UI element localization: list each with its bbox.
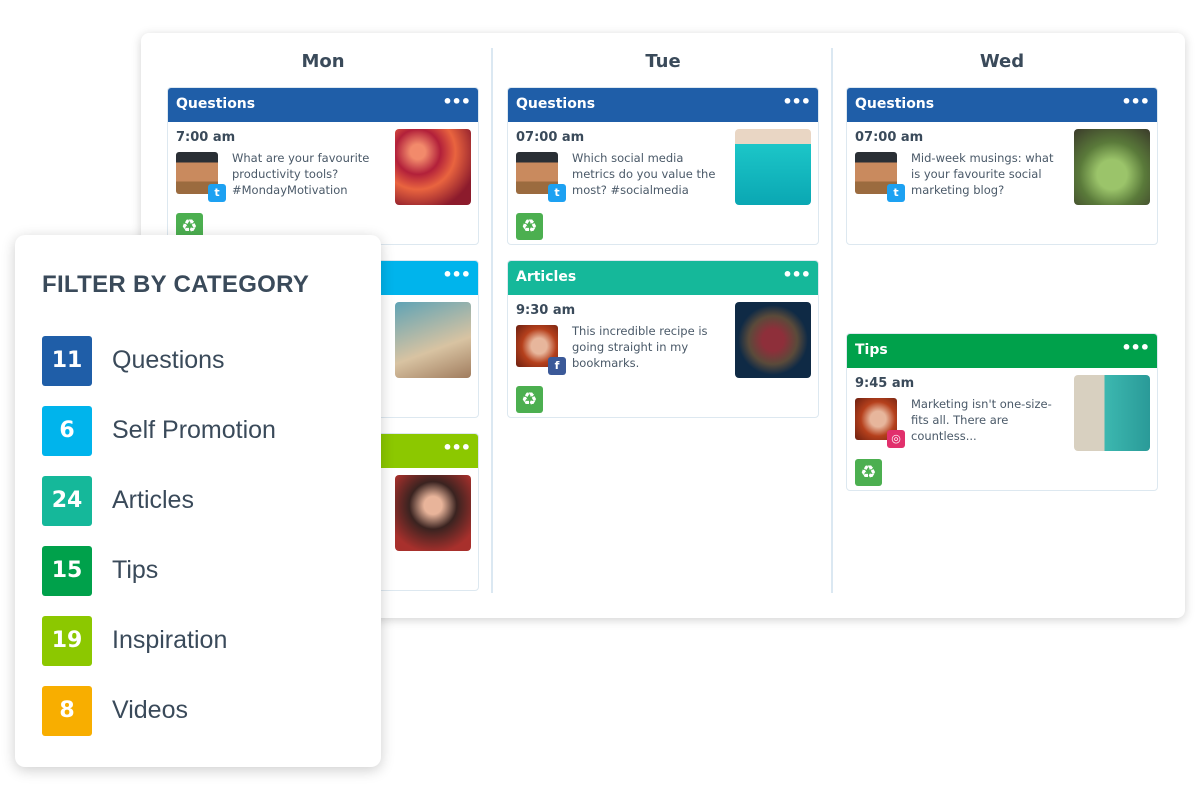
post-image: [395, 475, 471, 551]
count-badge: 8: [42, 686, 92, 736]
filter-label: Tips: [112, 556, 159, 584]
recycle-icon[interactable]: ♻: [855, 459, 882, 486]
column-divider: [831, 48, 833, 593]
post-text: What are your favourite productivity too…: [232, 151, 370, 197]
post-time: 7:00 am: [176, 130, 236, 145]
filter-title: FILTER BY CATEGORY: [42, 271, 310, 298]
more-options-icon[interactable]: •••: [1121, 338, 1150, 357]
post-time: 9:30 am: [516, 303, 576, 318]
count-badge: 6: [42, 406, 92, 456]
more-options-icon[interactable]: •••: [442, 265, 471, 284]
recycle-icon[interactable]: ♻: [516, 213, 543, 240]
card-header: Tips •••: [847, 334, 1157, 368]
day-header-wed: Wed: [979, 51, 1025, 72]
twitter-icon: t: [887, 184, 905, 202]
post-image: [395, 302, 471, 378]
filter-panel: FILTER BY CATEGORY 11 Questions 6 Self Pro…: [15, 235, 381, 767]
post-card[interactable]: Questions ••• 7:00 am t What are your fav…: [167, 87, 479, 245]
post-text: Mid-week musings: what is your favourite…: [911, 151, 1054, 197]
twitter-icon: t: [548, 184, 566, 202]
column-divider: [491, 48, 493, 593]
card-category: Questions: [176, 96, 256, 112]
post-card[interactable]: Questions ••• 07:00 am t Which social med…: [507, 87, 819, 245]
count-badge: 19: [42, 616, 92, 666]
post-card[interactable]: Articles ••• 9:30 am f This incredible re…: [507, 260, 819, 418]
filter-label: Articles: [112, 486, 194, 514]
post-card[interactable]: Questions ••• 07:00 am t Mid-week musings…: [846, 87, 1158, 245]
filter-label: Videos: [112, 696, 188, 724]
post-image: [735, 129, 811, 205]
post-time: 07:00 am: [855, 130, 924, 145]
instagram-icon: ◎: [887, 430, 905, 448]
post-image: [735, 302, 811, 378]
filter-item-articles[interactable]: 24 Articles: [42, 476, 362, 526]
card-category: Questions: [516, 96, 596, 112]
post-time: 9:45 am: [855, 376, 915, 391]
more-options-icon[interactable]: •••: [782, 92, 811, 111]
post-image: [1074, 129, 1150, 205]
filter-item-tips[interactable]: 15 Tips: [42, 546, 362, 596]
more-options-icon[interactable]: •••: [1121, 92, 1150, 111]
count-badge: 24: [42, 476, 92, 526]
card-header: Articles •••: [508, 261, 818, 295]
more-options-icon[interactable]: •••: [442, 92, 471, 111]
count-badge: 15: [42, 546, 92, 596]
filter-label: Questions: [112, 346, 225, 374]
filter-item-self-promotion[interactable]: 6 Self Promotion: [42, 406, 362, 456]
post-image: [395, 129, 471, 205]
card-category: Questions: [855, 96, 935, 112]
filter-item-videos[interactable]: 8 Videos: [42, 686, 362, 736]
post-text: Which social media metrics do you value …: [572, 151, 716, 197]
more-options-icon[interactable]: •••: [782, 265, 811, 284]
filter-item-inspiration[interactable]: 19 Inspiration: [42, 616, 362, 666]
filter-item-questions[interactable]: 11 Questions: [42, 336, 362, 386]
recycle-icon[interactable]: ♻: [516, 386, 543, 413]
filter-label: Self Promotion: [112, 416, 276, 444]
count-badge: 11: [42, 336, 92, 386]
card-header: Questions •••: [168, 88, 478, 122]
card-header: Questions •••: [847, 88, 1157, 122]
filter-label: Inspiration: [112, 626, 228, 654]
day-header-mon: Mon: [301, 51, 345, 72]
post-text: Marketing isn't one-size-fits all. There…: [911, 397, 1052, 443]
facebook-icon: f: [548, 357, 566, 375]
post-text: This incredible recipe is going straight…: [572, 324, 708, 370]
card-category: Tips: [855, 342, 888, 358]
more-options-icon[interactable]: •••: [442, 438, 471, 457]
post-card[interactable]: Tips ••• 9:45 am ◎ Marketing isn't one-si…: [846, 333, 1158, 491]
post-time: 07:00 am: [516, 130, 585, 145]
card-category: Articles: [516, 269, 577, 285]
card-header: Questions •••: [508, 88, 818, 122]
post-image: [1074, 375, 1150, 451]
twitter-icon: t: [208, 184, 226, 202]
day-header-tue: Tue: [645, 51, 681, 72]
